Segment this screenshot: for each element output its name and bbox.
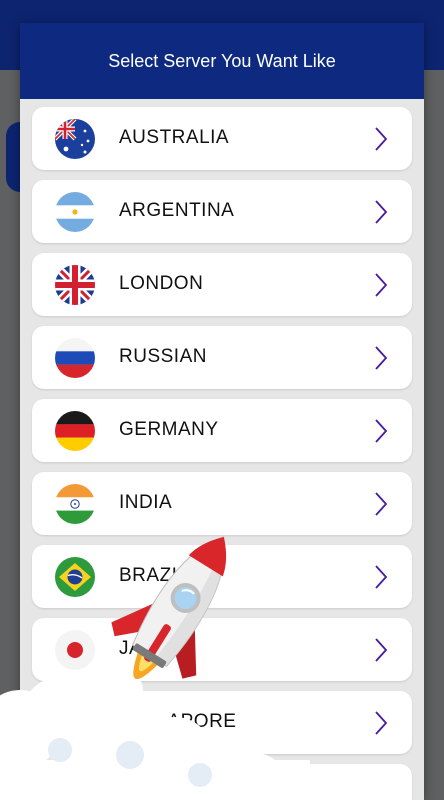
server-row-argentina[interactable]: ARGENTINA [32, 180, 412, 243]
germany-flag-icon [55, 411, 95, 451]
server-row-australia[interactable]: AUSTRALIA [32, 107, 412, 170]
india-flag-icon [55, 484, 95, 524]
server-row-germany[interactable]: GERMANY [32, 399, 412, 462]
chevron-right-icon [375, 127, 388, 151]
uk-flag-icon [55, 265, 95, 305]
argentina-flag-icon [55, 192, 95, 232]
server-name: LONDON [119, 273, 204, 294]
australia-flag-icon [55, 119, 95, 159]
server-name: RUSSIAN [119, 346, 207, 367]
chevron-right-icon [375, 419, 388, 443]
chevron-right-icon [375, 638, 388, 662]
chevron-right-icon [375, 565, 388, 589]
server-name: INDIA [119, 492, 173, 513]
chevron-right-icon [375, 492, 388, 516]
dialog-title: Select Server You Want Like [20, 23, 424, 99]
server-row-london[interactable]: LONDON [32, 253, 412, 316]
russia-flag-icon [55, 338, 95, 378]
chevron-right-icon [375, 200, 388, 224]
server-name: GERMANY [119, 419, 219, 440]
server-name: AUSTRALIA [119, 127, 230, 148]
server-row-russian[interactable]: RUSSIAN [32, 326, 412, 389]
chevron-right-icon [375, 346, 388, 370]
server-name: ARGENTINA [119, 200, 235, 221]
chevron-right-icon [375, 711, 388, 735]
rocket-icon [111, 536, 227, 680]
chevron-right-icon [375, 273, 388, 297]
brazil-flag-icon [55, 557, 95, 597]
japan-flag-icon [55, 630, 95, 670]
